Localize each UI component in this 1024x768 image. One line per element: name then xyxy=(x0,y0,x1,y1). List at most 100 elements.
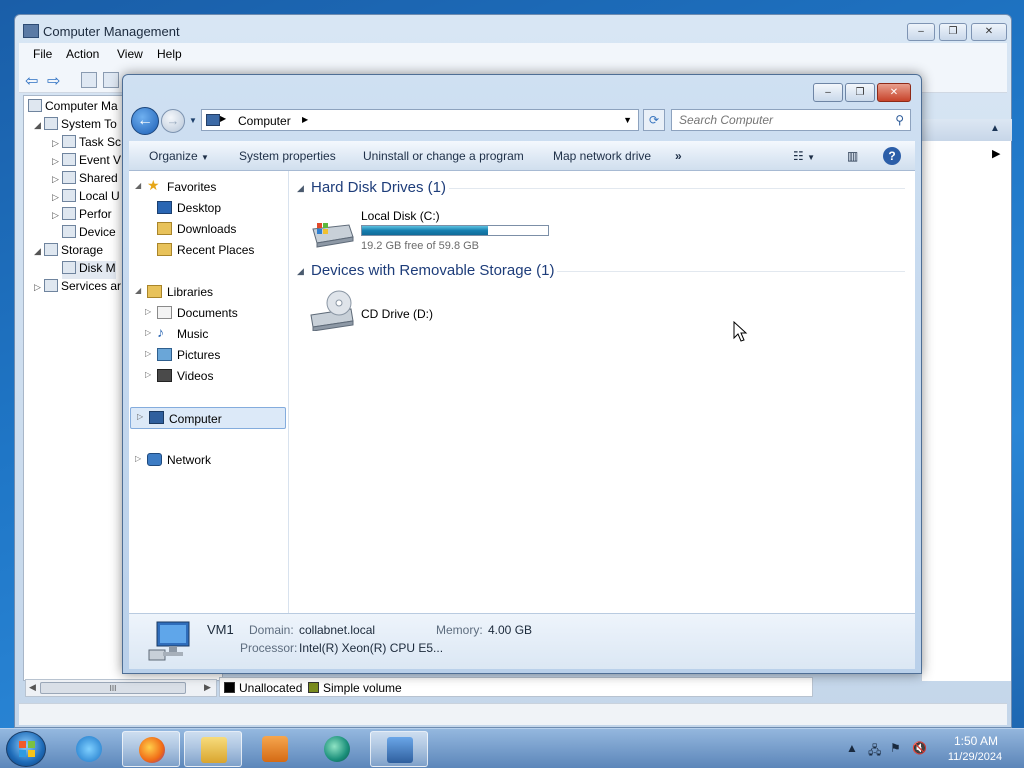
tree-item-storage[interactable]: ◢ Storage xyxy=(34,243,103,261)
cm-minimize-button[interactable]: – xyxy=(907,23,935,41)
address-dropdown-icon[interactable]: ▼ xyxy=(623,115,632,125)
tree-item-services-applications[interactable]: ▷ Services ar xyxy=(34,279,121,297)
search-input[interactable] xyxy=(672,110,882,130)
breadcrumb-separator-icon[interactable]: ▶ xyxy=(220,114,226,123)
collapse-icon[interactable]: ▷ xyxy=(34,282,44,293)
tree-item-device-manager[interactable]: Device xyxy=(62,225,116,243)
nav-music[interactable]: ▷ ♪ Music xyxy=(129,324,287,344)
preview-pane-icon[interactable]: ▥ xyxy=(847,149,858,163)
collapse-icon[interactable]: ▷ xyxy=(145,370,151,379)
collapse-icon[interactable]: ▷ xyxy=(52,192,62,203)
taskbar-internet-explorer[interactable] xyxy=(60,731,118,767)
cm-forward-arrow-icon[interactable]: ⇨ xyxy=(47,71,60,91)
cm-up-folder-icon[interactable] xyxy=(81,72,97,88)
volume-muted-icon[interactable]: 🔇 xyxy=(912,741,927,755)
show-hidden-icons-icon[interactable]: ▲ xyxy=(846,741,858,755)
collapse-icon[interactable]: ▷ xyxy=(145,328,151,337)
breadcrumb-computer[interactable]: Computer xyxy=(238,114,291,128)
tree-item-local-users[interactable]: ▷ Local U xyxy=(52,189,120,207)
group-collapse-icon[interactable]: ◢ xyxy=(297,183,304,194)
memory-value: 4.00 GB xyxy=(488,623,533,637)
cm-maximize-button[interactable]: ❐ xyxy=(939,23,967,41)
refresh-button[interactable]: ⟳ xyxy=(643,109,665,131)
nav-documents[interactable]: ▷ Documents xyxy=(129,303,287,323)
search-icon[interactable]: ⚲ xyxy=(895,113,904,127)
collapse-icon[interactable]: ▷ xyxy=(145,349,151,358)
app-globe-icon xyxy=(324,736,350,762)
cm-menu-help[interactable]: Help xyxy=(157,47,182,61)
uninstall-program-button[interactable]: Uninstall or change a program xyxy=(363,149,524,163)
nav-desktop[interactable]: Desktop xyxy=(129,198,287,218)
tree-item-computer-management[interactable]: Computer Ma xyxy=(28,99,118,117)
tree-item-task-scheduler[interactable]: ▷ Task Sc xyxy=(52,135,121,153)
breadcrumb-chevron-icon[interactable]: ▶ xyxy=(302,115,308,124)
scroll-left-icon[interactable]: ◀ xyxy=(29,682,36,693)
cm-actions-header[interactable]: ▲ xyxy=(922,119,1012,141)
taskbar-app-teal[interactable] xyxy=(308,731,366,767)
taskbar-computer-management[interactable] xyxy=(370,731,428,767)
scroll-thumb[interactable]: III xyxy=(40,682,186,694)
nav-computer[interactable]: ▷ Computer xyxy=(130,407,286,429)
change-view-icon[interactable]: ☷ ▼ xyxy=(793,149,815,163)
nav-pictures[interactable]: ▷ Pictures xyxy=(129,345,287,365)
nav-recent-places[interactable]: Recent Places xyxy=(129,240,287,260)
back-button[interactable]: ← xyxy=(131,107,159,135)
nav-network[interactable]: ▷ Network xyxy=(129,450,287,470)
tree-item-system-tools[interactable]: ◢ System To xyxy=(34,117,117,135)
taskbar-firefox[interactable] xyxy=(122,731,180,767)
search-box[interactable]: ⚲ xyxy=(671,109,911,131)
action-center-flag-icon[interactable]: ⚑ xyxy=(890,741,901,755)
explorer-caption-buttons: – ❐ ✕ xyxy=(813,83,913,103)
map-network-drive-button[interactable]: Map network drive xyxy=(553,149,651,163)
group-collapse-icon[interactable]: ◢ xyxy=(297,266,304,277)
organize-button[interactable]: Organize ▼ xyxy=(149,149,209,163)
legend-unallocated: Unallocated xyxy=(224,681,302,695)
recent-pages-dropdown-icon[interactable]: ▼ xyxy=(189,116,197,125)
group-header-hard-disk-drives[interactable]: Hard Disk Drives (1) xyxy=(311,179,446,196)
nav-favorites[interactable]: ◢ ★ Favorites xyxy=(129,177,287,197)
network-tray-icon[interactable]: 🖧 xyxy=(868,741,881,762)
collapse-icon[interactable]: ▷ xyxy=(145,307,151,316)
tree-item-performance[interactable]: ▷ Perfor xyxy=(52,207,112,225)
explorer-maximize-button[interactable]: ❐ xyxy=(845,83,875,102)
nav-libraries[interactable]: ◢ Libraries xyxy=(129,282,287,302)
cm-show-hide-tree-icon[interactable] xyxy=(103,72,119,88)
explorer-close-button[interactable]: ✕ xyxy=(877,83,911,102)
more-actions-arrow-icon[interactable]: ▶ xyxy=(992,147,1000,160)
tree-item-disk-management[interactable]: Disk M xyxy=(62,261,116,279)
cm-menu-action[interactable]: Action xyxy=(66,47,99,61)
scroll-right-icon[interactable]: ▶ xyxy=(204,682,211,693)
system-properties-button[interactable]: System properties xyxy=(239,149,336,163)
collapse-icon[interactable]: ▷ xyxy=(52,156,62,167)
clock-time[interactable]: 1:50 AM xyxy=(946,734,1006,748)
tree-item-shared-folders[interactable]: ▷ Shared xyxy=(52,171,118,189)
collapse-icon[interactable]: ▷ xyxy=(135,454,141,463)
expand-icon[interactable]: ◢ xyxy=(135,286,141,295)
cm-close-button[interactable]: ✕ xyxy=(971,23,1007,41)
forward-button[interactable]: → xyxy=(161,109,185,133)
more-commands-button[interactable]: » xyxy=(675,149,682,163)
taskbar-windows-explorer[interactable] xyxy=(184,731,242,767)
expand-icon[interactable]: ◢ xyxy=(34,120,44,131)
tree-item-event-viewer[interactable]: ▷ Event V xyxy=(52,153,121,171)
collapse-icon[interactable]: ▷ xyxy=(52,174,62,185)
nav-videos[interactable]: ▷ Videos xyxy=(129,366,287,386)
help-icon[interactable]: ? xyxy=(883,147,901,165)
expand-icon[interactable]: ◢ xyxy=(34,246,44,257)
collapse-icon[interactable]: ▷ xyxy=(137,412,143,421)
cm-back-arrow-icon[interactable]: ⇦ xyxy=(25,71,38,91)
cm-menu-view[interactable]: View xyxy=(117,47,143,61)
cm-menu-file[interactable]: File xyxy=(33,47,52,61)
nav-downloads[interactable]: Downloads xyxy=(129,219,287,239)
collapse-icon[interactable]: ▷ xyxy=(52,138,62,149)
taskbar-media-player[interactable] xyxy=(246,731,304,767)
collapse-up-icon[interactable]: ▲ xyxy=(990,123,1000,134)
explorer-minimize-button[interactable]: – xyxy=(813,83,843,102)
start-button[interactable] xyxy=(6,731,46,767)
clock-date[interactable]: 11/29/2024 xyxy=(940,751,1010,763)
cm-tree-horizontal-scrollbar[interactable]: ◀ III ▶ xyxy=(25,679,217,697)
collapse-icon[interactable]: ▷ xyxy=(52,210,62,221)
group-header-removable-storage[interactable]: Devices with Removable Storage (1) xyxy=(311,262,554,279)
address-bar[interactable]: ▶ Computer ▶ ▼ xyxy=(201,109,639,131)
expand-icon[interactable]: ◢ xyxy=(135,181,141,190)
